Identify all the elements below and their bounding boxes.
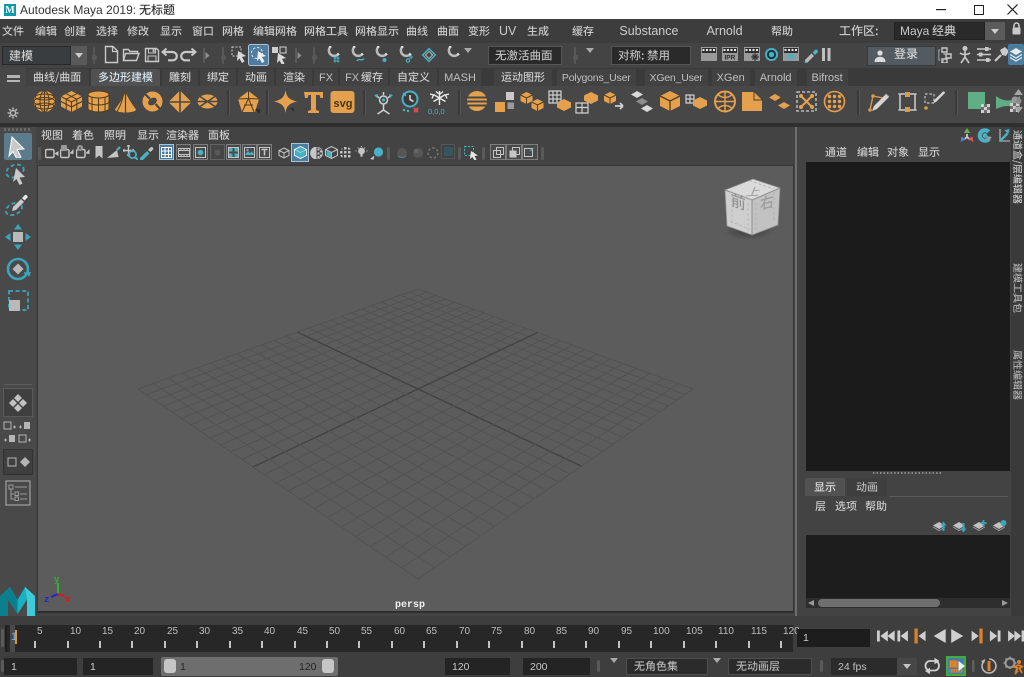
svg-text:y: y (54, 575, 60, 585)
svg-text:z: z (44, 595, 49, 603)
svg-text:x: x (65, 595, 71, 603)
svg-text:0,0,0: 0,0,0 (428, 107, 445, 115)
svg-text:IPR: IPR (725, 55, 736, 62)
svg-text:svg: svg (334, 98, 353, 110)
